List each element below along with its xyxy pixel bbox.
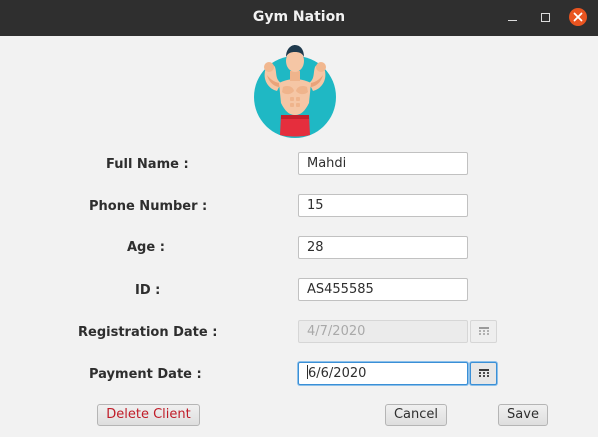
payment-date-field[interactable]: 6/6/2020 (298, 362, 468, 385)
full-name-field[interactable]: Mahdi (298, 152, 468, 175)
cancel-button[interactable]: Cancel (385, 404, 447, 426)
minimize-icon[interactable] (503, 8, 523, 28)
id-label: ID : (135, 283, 161, 298)
id-field[interactable]: AS455585 (298, 278, 468, 301)
payment-date-label: Payment Date : (89, 367, 202, 382)
registration-calendar-icon (470, 320, 497, 343)
full-name-label: Full Name : (106, 157, 189, 172)
age-field[interactable]: 28 (298, 236, 468, 259)
close-icon[interactable] (569, 8, 587, 26)
registration-date-label: Registration Date : (78, 325, 218, 340)
phone-number-field[interactable]: 15 (298, 194, 468, 217)
save-button[interactable]: Save (498, 404, 548, 426)
title-bar: Gym Nation (0, 0, 598, 36)
phone-number-label: Phone Number : (89, 199, 208, 214)
age-label: Age : (127, 240, 165, 255)
registration-date-field: 4/7/2020 (298, 320, 468, 343)
maximize-icon[interactable] (536, 8, 556, 28)
delete-client-button[interactable]: Delete Client (97, 404, 200, 426)
payment-date-value: 6/6/2020 (308, 366, 367, 381)
payment-calendar-icon[interactable] (470, 362, 497, 385)
bodybuilder-icon (247, 41, 343, 139)
